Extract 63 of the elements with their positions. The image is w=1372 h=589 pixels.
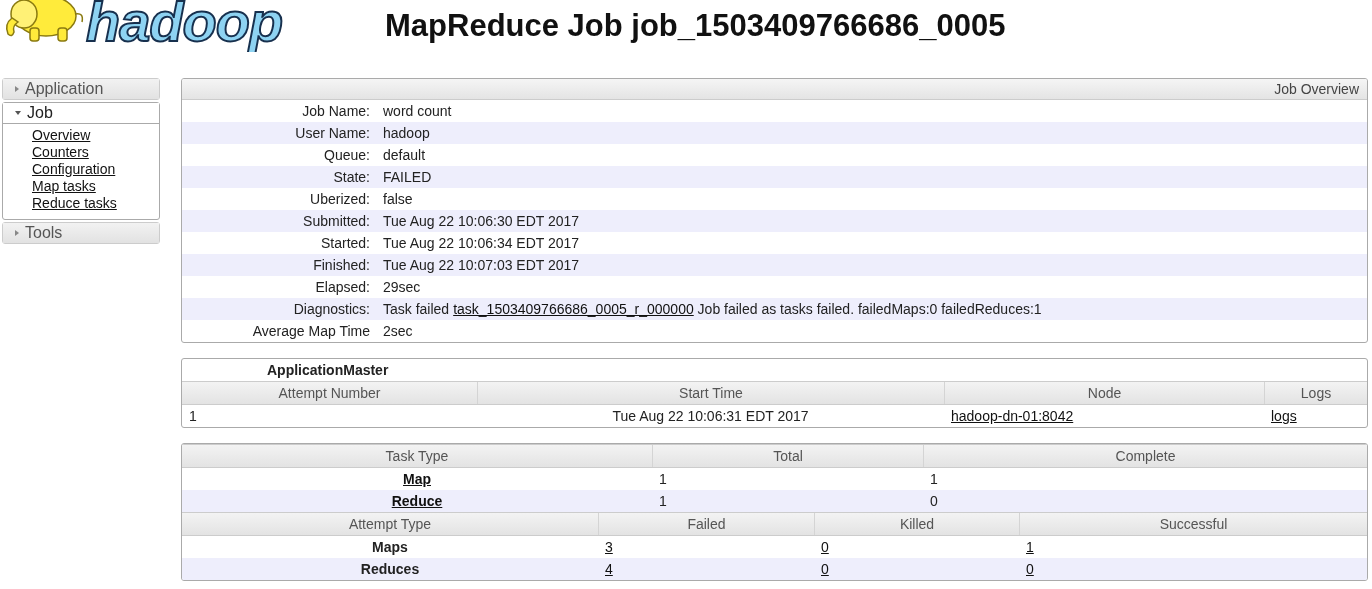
column-header: Task Type: [384, 447, 450, 466]
field-value: false: [383, 191, 413, 207]
node-link[interactable]: hadoop-dn-01:8042: [951, 408, 1074, 424]
field-value: Tue Aug 22 10:07:03 EDT 2017: [383, 257, 580, 273]
table-cell-text: 1: [658, 493, 668, 509]
field-value: Tue Aug 22 10:06:34 EDT 2017: [383, 235, 580, 251]
count-link[interactable]: 0: [821, 539, 829, 555]
field-label: Submitted:: [302, 213, 371, 229]
column-header: Logs: [1264, 382, 1367, 404]
column-header: Attempt Type: [347, 515, 433, 534]
field-label: Average Map Time: [251, 323, 371, 339]
count-link[interactable]: 1: [1026, 539, 1034, 555]
field-label: Finished:: [312, 257, 371, 273]
field-label: State:: [332, 169, 371, 185]
field-value: 29sec: [383, 279, 421, 295]
column-header: Failed: [598, 513, 814, 535]
column-header: Killed: [814, 513, 1019, 535]
task-type-link[interactable]: Map: [403, 471, 431, 487]
sidebar-link[interactable]: Map tasks: [32, 178, 96, 195]
column-header: Node: [944, 382, 1264, 404]
field-label: Started:: [319, 235, 371, 251]
field-label: Elapsed:: [314, 279, 371, 295]
table-cell-text: Tue Aug 22 10:06:31 EDT 2017: [611, 408, 810, 424]
column-header: Total: [652, 445, 923, 467]
field-value: Task failed task_1503409766686_0005_r_000000 Job failed as tasks failed. failedMaps:0 failedReduces:1: [383, 301, 1042, 317]
page-title: MapReduce Job job_1503409766686_0005: [385, 8, 1006, 44]
row-header: Maps: [371, 539, 409, 555]
table-cell-text: 1: [658, 471, 668, 487]
field-value: Tue Aug 22 10:06:30 EDT 2017: [383, 213, 580, 229]
field-value: hadoop: [383, 125, 430, 141]
table-cell-text: 1: [188, 408, 198, 424]
sidebar-heading[interactable]: Application: [3, 79, 159, 99]
sidebar-heading[interactable]: Tools: [3, 223, 159, 243]
table-cell-text: 1: [929, 471, 939, 487]
field-label: Queue:: [323, 147, 371, 163]
sidebar-link[interactable]: Overview: [32, 127, 91, 144]
field-value: default: [383, 147, 426, 163]
sidebar-link[interactable]: Reduce tasks: [32, 195, 117, 212]
column-header: Attempt Number: [277, 384, 382, 403]
field-value: word count: [383, 103, 452, 119]
field-label: User Name:: [294, 125, 371, 141]
count-link[interactable]: 0: [821, 561, 829, 577]
field-label: Diagnostics:: [292, 301, 371, 317]
sidebar-link[interactable]: Counters: [32, 144, 89, 161]
field-label: Uberized:: [309, 191, 371, 207]
column-header: Complete: [923, 445, 1367, 467]
sidebar-link[interactable]: Configuration: [32, 161, 116, 178]
table-cell-text: 0: [929, 493, 939, 509]
sidebar-heading[interactable]: Job: [3, 103, 159, 124]
panel-title: Job Overview: [1274, 81, 1359, 97]
task-link[interactable]: task_1503409766686_0005_r_000000: [453, 301, 694, 317]
count-link[interactable]: 4: [605, 561, 613, 577]
task-type-link[interactable]: Reduce: [391, 493, 443, 509]
row-header: Reduces: [359, 561, 421, 577]
field-value: FAILED: [383, 169, 432, 185]
column-header: Successful: [1019, 513, 1367, 535]
field-label: Job Name:: [301, 103, 371, 119]
table-caption: ApplicationMaster: [267, 362, 389, 378]
field-value: 2sec: [383, 323, 413, 339]
logs-link[interactable]: logs: [1271, 408, 1297, 424]
column-header: Start Time: [477, 382, 944, 404]
count-link[interactable]: 0: [1026, 561, 1034, 577]
count-link[interactable]: 3: [605, 539, 613, 555]
